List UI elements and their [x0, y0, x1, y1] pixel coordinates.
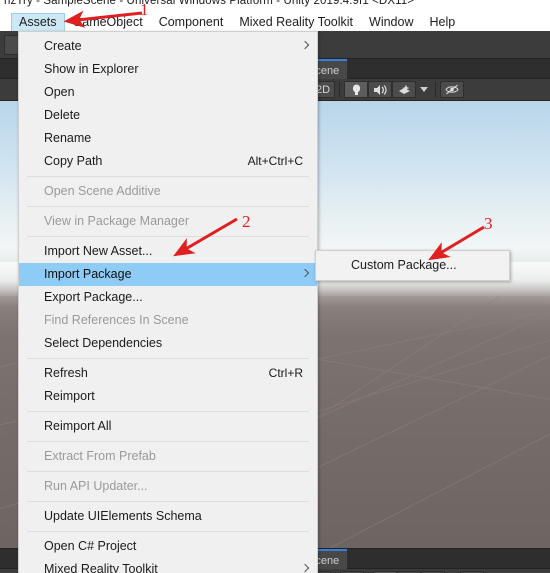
annotation-number-1: 1 — [140, 0, 149, 19]
menu-item-label: Open Scene Additive — [44, 184, 161, 198]
menu-bar-item-gameobject[interactable]: GameObject — [65, 13, 151, 32]
menu-item-label: Open C# Project — [44, 539, 137, 553]
menu-bar-item-window[interactable]: Window — [361, 13, 421, 32]
menu-item-open-scene-additive: Open Scene Additive — [19, 180, 317, 203]
annotation-number-3: 3 — [484, 214, 493, 233]
menu-item-label: Custom Package... — [351, 258, 457, 272]
menu-separator — [27, 531, 309, 532]
menu-separator — [27, 358, 309, 359]
fx-icon[interactable] — [392, 81, 416, 98]
annotation-number-2: 2 — [242, 212, 251, 231]
menu-item-show-in-explorer[interactable]: Show in Explorer — [19, 58, 317, 81]
menu-bar-item-component[interactable]: Component — [151, 13, 232, 32]
menu-item-label: Extract From Prefab — [44, 449, 156, 463]
chevron-right-icon — [302, 42, 307, 50]
menu-item-label: Create — [44, 39, 82, 53]
menu-item-custom-package[interactable]: Custom Package... — [316, 255, 509, 276]
menu-bar-item-mixed-reality-toolkit[interactable]: Mixed Reality Toolkit — [231, 13, 361, 32]
menu-item-delete[interactable]: Delete — [19, 104, 317, 127]
chevron-right-icon — [302, 565, 307, 573]
lightbulb-icon[interactable] — [344, 81, 368, 98]
menu-item-find-references-in-scene: Find References In Scene — [19, 309, 317, 332]
menu-item-update-uielements-schema[interactable]: Update UIElements Schema — [19, 505, 317, 528]
menu-item-reimport[interactable]: Reimport — [19, 385, 317, 408]
menu-item-import-new-asset[interactable]: Import New Asset... — [19, 240, 317, 263]
menu-item-view-in-package-manager: View in Package Manager — [19, 210, 317, 233]
window-title-bar: nzTry - SampleScene - Universal Windows … — [0, 0, 550, 13]
menu-separator — [27, 441, 309, 442]
toolbar-divider — [339, 81, 340, 98]
menu-item-select-dependencies[interactable]: Select Dependencies — [19, 332, 317, 355]
menu-item-label: Refresh — [44, 366, 88, 380]
menu-item-mixed-reality-toolkit[interactable]: Mixed Reality Toolkit — [19, 558, 317, 573]
menu-item-export-package[interactable]: Export Package... — [19, 286, 317, 309]
menu-item-import-package[interactable]: Import Package — [19, 263, 317, 286]
menu-separator — [27, 471, 309, 472]
menu-item-label: Delete — [44, 108, 81, 122]
menu-item-label: Import Package — [44, 267, 132, 281]
menu-item-label: Show in Explorer — [44, 62, 139, 76]
assets-dropdown-menu[interactable]: Create Show in Explorer Open Delete Rename Co… — [18, 31, 318, 573]
main-menu-bar: Assets GameObject Component Mixed Reality T… — [0, 12, 550, 32]
menu-item-shortcut: Ctrl+R — [268, 366, 303, 380]
audio-icon[interactable] — [368, 81, 392, 98]
menu-separator — [27, 236, 309, 237]
chevron-right-icon — [302, 270, 307, 278]
import-package-submenu[interactable]: Custom Package... — [315, 250, 510, 281]
menu-bar-item-help[interactable]: Help — [421, 13, 463, 32]
menu-item-label: Rename — [44, 131, 92, 145]
menu-item-label: Copy Path — [44, 154, 103, 168]
fx-dropdown-chevron-down-icon[interactable] — [416, 81, 431, 98]
toolbar-divider — [435, 81, 436, 98]
menu-separator — [27, 206, 309, 207]
menu-item-open-c-project[interactable]: Open C# Project — [19, 535, 317, 558]
menu-separator — [27, 501, 309, 502]
menu-item-label: View in Package Manager — [44, 214, 189, 228]
hidden-objects-icon[interactable] — [440, 81, 464, 98]
menu-item-copy-path[interactable]: Copy Path Alt+Ctrl+C — [19, 150, 317, 173]
menu-item-label: Reimport — [44, 389, 95, 403]
menu-item-label: Reimport All — [44, 419, 112, 433]
menu-separator — [27, 176, 309, 177]
menu-item-label: Update UIElements Schema — [44, 509, 202, 523]
menu-item-create[interactable]: Create — [19, 35, 317, 58]
menu-bar-item-assets[interactable]: Assets — [11, 12, 65, 32]
menu-item-label: Select Dependencies — [44, 336, 163, 350]
menu-item-label: Open — [44, 85, 75, 99]
menu-item-rename[interactable]: Rename — [19, 127, 317, 150]
menu-item-open[interactable]: Open — [19, 81, 317, 104]
menu-item-extract-from-prefab: Extract From Prefab — [19, 445, 317, 468]
menu-item-label: Run API Updater... — [44, 479, 148, 493]
menu-item-label: Import New Asset... — [44, 244, 153, 258]
menu-item-label: Export Package... — [44, 290, 143, 304]
menu-item-shortcut: Alt+Ctrl+C — [247, 154, 303, 168]
menu-item-reimport-all[interactable]: Reimport All — [19, 415, 317, 438]
menu-separator — [27, 411, 309, 412]
menu-item-label: Mixed Reality Toolkit — [44, 562, 158, 573]
menu-item-refresh[interactable]: Refresh Ctrl+R — [19, 362, 317, 385]
menu-item-label: Find References In Scene — [44, 313, 189, 327]
menu-item-run-api-updater: Run API Updater... — [19, 475, 317, 498]
window-title: nzTry - SampleScene - Universal Windows … — [4, 0, 415, 7]
unity-editor-window: nzTry - SampleScene - Universal Windows … — [0, 0, 550, 573]
